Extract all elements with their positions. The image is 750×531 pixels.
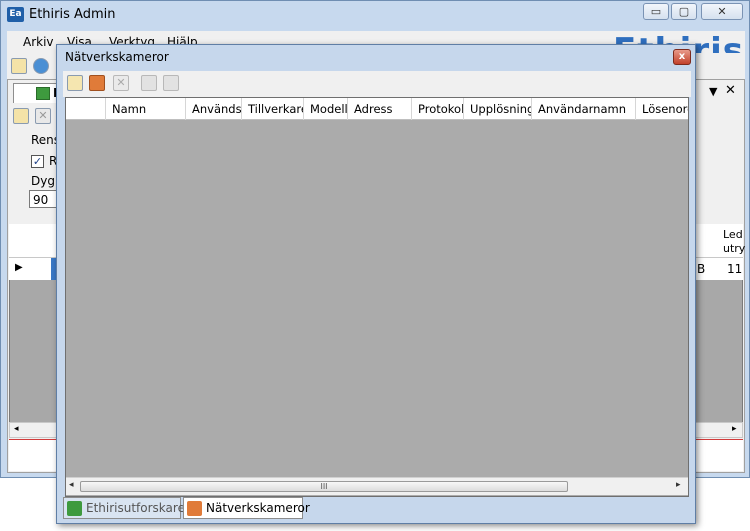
chevron-down-icon[interactable]: ▼ [709, 85, 717, 98]
scroll-left-icon[interactable]: ◂ [69, 480, 74, 490]
tab-log[interactable]: L [13, 83, 61, 103]
scroll-thumb[interactable]: III [80, 481, 568, 492]
title-bar[interactable]: Ea Ethiris Admin ▭ ▢ ✕ [1, 1, 749, 29]
excel-icon [36, 87, 50, 100]
network-cameras-dialog: Nätverkskameror x ✕ Namn Används Tillver… [56, 44, 696, 524]
tab-natverkskameror[interactable]: Nätverkskameror [183, 497, 310, 519]
dialog-title: Nätverkskameror [65, 50, 169, 64]
scroll-right-icon[interactable]: ▸ [732, 424, 737, 434]
add-icon[interactable] [13, 108, 29, 124]
close-button[interactable]: ✕ [701, 3, 743, 20]
col-namn[interactable]: Namn [106, 98, 186, 120]
row-header-cell [66, 98, 106, 120]
maximize-button[interactable]: ▢ [671, 3, 697, 20]
dialog-tabstrip: Ethirisutforskaren Nätverkskameror [63, 497, 691, 521]
col-losenord[interactable]: Lösenord [636, 98, 688, 120]
cameras-grid-header: Namn Används Tillverkare Modell Adress P… [66, 98, 688, 120]
gear-icon[interactable] [33, 58, 49, 74]
row-cell-num: 11 [727, 262, 743, 276]
search-camera-icon[interactable] [89, 75, 105, 91]
cameras-hscroll[interactable]: ◂ III ▸ [66, 477, 688, 495]
scroll-right-icon[interactable]: ▸ [676, 480, 681, 490]
tab-ethirisutforskaren[interactable]: Ethirisutforskaren [63, 497, 193, 519]
col-upplosning[interactable]: Upplösning [464, 98, 532, 120]
row-cell-b: B [697, 262, 706, 276]
row-pointer-icon: ▶ [15, 262, 23, 273]
app-icon: Ea [7, 7, 24, 22]
add-camera-icon[interactable] [67, 75, 83, 91]
delete-icon[interactable]: ✕ [35, 108, 51, 124]
col-anvands[interactable]: Används [186, 98, 242, 120]
delete-camera-icon[interactable]: ✕ [113, 75, 129, 91]
col-tillverkare[interactable]: Tillverkare [242, 98, 304, 120]
camera-icon [187, 501, 202, 516]
col-protokoll[interactable]: Protokoll [412, 98, 464, 120]
paste-icon[interactable] [163, 75, 179, 91]
menu-arkiv[interactable]: Arkiv [23, 35, 54, 49]
header-led: Led [723, 228, 743, 241]
new-icon[interactable] [11, 58, 27, 74]
window-title: Ethiris Admin [29, 7, 116, 22]
scroll-left-icon[interactable]: ◂ [14, 424, 19, 434]
close-icon[interactable]: ✕ [725, 83, 736, 98]
copy-icon[interactable] [141, 75, 157, 91]
header-utry: utry [723, 242, 746, 255]
days-value: 90 [33, 193, 49, 207]
clear-checkbox[interactable]: ✓ [31, 155, 44, 168]
col-adress[interactable]: Adress [348, 98, 412, 120]
col-modell[interactable]: Modell [304, 98, 348, 120]
dialog-close-button[interactable]: x [673, 49, 691, 65]
dialog-toolbar: ✕ [63, 71, 691, 97]
tab-ethirisutforskaren-label: Ethirisutforskaren [86, 501, 193, 515]
tab-natverkskameror-label: Nätverkskameror [206, 501, 310, 515]
col-anvandarnamn[interactable]: Användarnamn [532, 98, 636, 120]
minimize-button[interactable]: ▭ [643, 3, 669, 20]
cameras-grid [65, 97, 689, 497]
explorer-icon [67, 501, 82, 516]
